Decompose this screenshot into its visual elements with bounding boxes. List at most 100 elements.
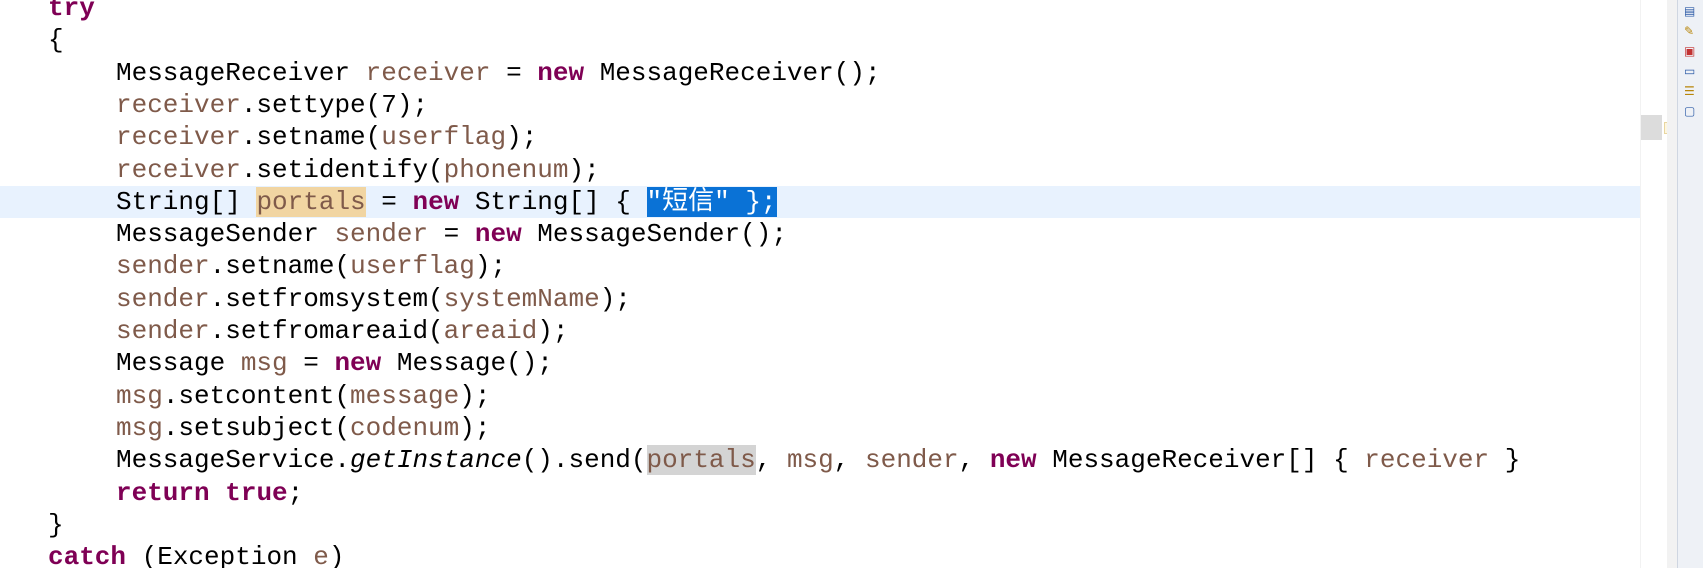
code-token: ); — [459, 412, 491, 443]
keyword-token: true — [225, 477, 288, 508]
code-line[interactable]: catch (Exception e) — [0, 541, 1640, 568]
identifier-token: receiver — [116, 89, 241, 120]
code-token: .settype(7); — [240, 89, 429, 120]
code-line[interactable]: sender.setfromareaid(areaid); — [0, 315, 1640, 347]
code-line[interactable]: MessageReceiver receiver = new MessageRe… — [0, 57, 1640, 89]
code-token: Message(); — [381, 348, 553, 379]
code-token: ); — [474, 251, 507, 282]
code-line[interactable]: msg.setsubject(codenum); — [0, 412, 1640, 444]
code-token: , — [755, 445, 787, 476]
identifier-token: sender — [116, 316, 210, 346]
identifier-token: msg — [116, 380, 163, 411]
identifier-token: sender — [116, 283, 210, 314]
view-toolbar-strip: ▤ ✎ ▣ ▭ ☰ ▢ — [1677, 0, 1703, 568]
code-token: ); — [506, 122, 538, 153]
code-token: ) — [328, 542, 345, 568]
code-token: MessageReceiver — [116, 57, 366, 88]
identifier-token: areaid — [443, 316, 538, 346]
task-list-icon[interactable]: ☰ — [1684, 84, 1700, 98]
code-token: ); — [599, 283, 631, 314]
keyword-token: new — [989, 445, 1037, 476]
error-log-icon[interactable]: ▣ — [1684, 44, 1700, 58]
code-token: getInstance — [350, 445, 522, 476]
code-line[interactable]: msg.setcontent(message); — [0, 380, 1640, 412]
code-token: ().send( — [521, 445, 647, 476]
code-token: .setidentify( — [240, 154, 444, 185]
code-line[interactable]: receiver.settype(7); — [0, 89, 1640, 121]
occurrence-highlight: portals — [256, 186, 366, 217]
identifier-token: sender — [116, 251, 210, 282]
identifier-token: msg — [786, 445, 834, 476]
splitter-bar[interactable] — [1667, 0, 1677, 568]
identifier-token: msg — [116, 412, 163, 443]
occurrence-highlight: portals — [646, 445, 756, 476]
code-line[interactable]: return true; — [0, 477, 1640, 509]
code-token: MessageService. — [116, 445, 351, 476]
code-line[interactable]: { — [0, 24, 1640, 56]
identifier-token: receiver — [116, 154, 241, 185]
code-token: , — [958, 445, 990, 476]
code-token: MessageReceiver[] { — [1036, 445, 1365, 476]
identifier-token: userflag — [381, 122, 507, 153]
code-token: .setname( — [209, 251, 351, 282]
code-token: ; — [287, 477, 304, 508]
keyword-token: return — [116, 477, 210, 508]
code-line[interactable]: String[] portals = new String[] { "短信" }… — [0, 185, 1640, 218]
code-token: MessageSender — [116, 219, 335, 250]
code-token: .setfromareaid( — [209, 316, 444, 346]
identifier-token: msg — [240, 348, 288, 379]
identifier-token: receiver — [1364, 445, 1490, 476]
code-token: .setname( — [240, 122, 382, 153]
scroll-thumb[interactable] — [1641, 115, 1662, 140]
code-line[interactable]: receiver.setidentify(phonenum); — [0, 154, 1640, 186]
keyword-token: new — [412, 186, 460, 217]
code-line[interactable]: Message msg = new Message(); — [0, 347, 1640, 379]
code-line[interactable]: } — [0, 509, 1640, 541]
identifier-token: userflag — [350, 251, 475, 282]
code-token: ); — [459, 380, 491, 411]
code-token: , — [833, 445, 865, 476]
code-token: { — [48, 25, 64, 56]
keyword-token: new — [537, 57, 585, 88]
identifier-token: phonenum — [443, 154, 569, 185]
code-token: = — [287, 348, 335, 379]
code-token: ); — [537, 316, 569, 346]
code-line[interactable]: try — [0, 0, 1640, 24]
code-line[interactable]: receiver.setname(userflag); — [0, 121, 1640, 153]
pin-icon[interactable]: ✎ — [1684, 24, 1700, 38]
overview-ruler[interactable] — [1640, 0, 1670, 568]
code-token: String[] — [116, 186, 257, 217]
identifier-token: e — [313, 542, 329, 568]
code-token: (Exception — [126, 542, 314, 568]
code-token: = — [365, 186, 413, 217]
keyword-token: catch — [48, 542, 127, 568]
identifier-token: receiver — [116, 122, 241, 153]
code-token: Message — [116, 348, 241, 379]
code-editor[interactable]: try{MessageReceiver receiver = new Messa… — [0, 0, 1640, 568]
selected-text: "短信" }; — [646, 186, 777, 217]
identifier-token: systemName — [443, 283, 600, 314]
code-line[interactable]: sender.setname(userflag); — [0, 250, 1640, 282]
identifier-token: codenum — [350, 412, 460, 443]
code-token: } — [48, 509, 64, 540]
identifier-token: message — [350, 380, 460, 411]
identifier-token: receiver — [365, 57, 491, 88]
code-token: MessageReceiver(); — [584, 57, 881, 88]
monitor-icon[interactable]: ▢ — [1684, 104, 1700, 118]
outline-icon[interactable]: ▤ — [1684, 4, 1700, 18]
identifier-token: sender — [864, 445, 959, 476]
code-token: .setsubject( — [162, 412, 351, 443]
code-token: .setfromsystem( — [209, 283, 444, 314]
keyword-token: try — [48, 0, 95, 23]
code-token: .setcontent( — [162, 380, 351, 411]
identifier-token: sender — [334, 219, 429, 250]
code-line[interactable]: MessageSender sender = new MessageSender… — [0, 218, 1640, 250]
code-line[interactable]: sender.setfromsystem(systemName); — [0, 283, 1640, 315]
code-token: MessageSender(); — [521, 219, 787, 250]
console-icon[interactable]: ▭ — [1684, 64, 1700, 78]
code-token: ); — [568, 154, 600, 185]
code-token: String[] { — [459, 186, 647, 217]
code-token: = — [490, 57, 538, 88]
code-line[interactable]: MessageService.getInstance().send(portal… — [0, 444, 1640, 476]
